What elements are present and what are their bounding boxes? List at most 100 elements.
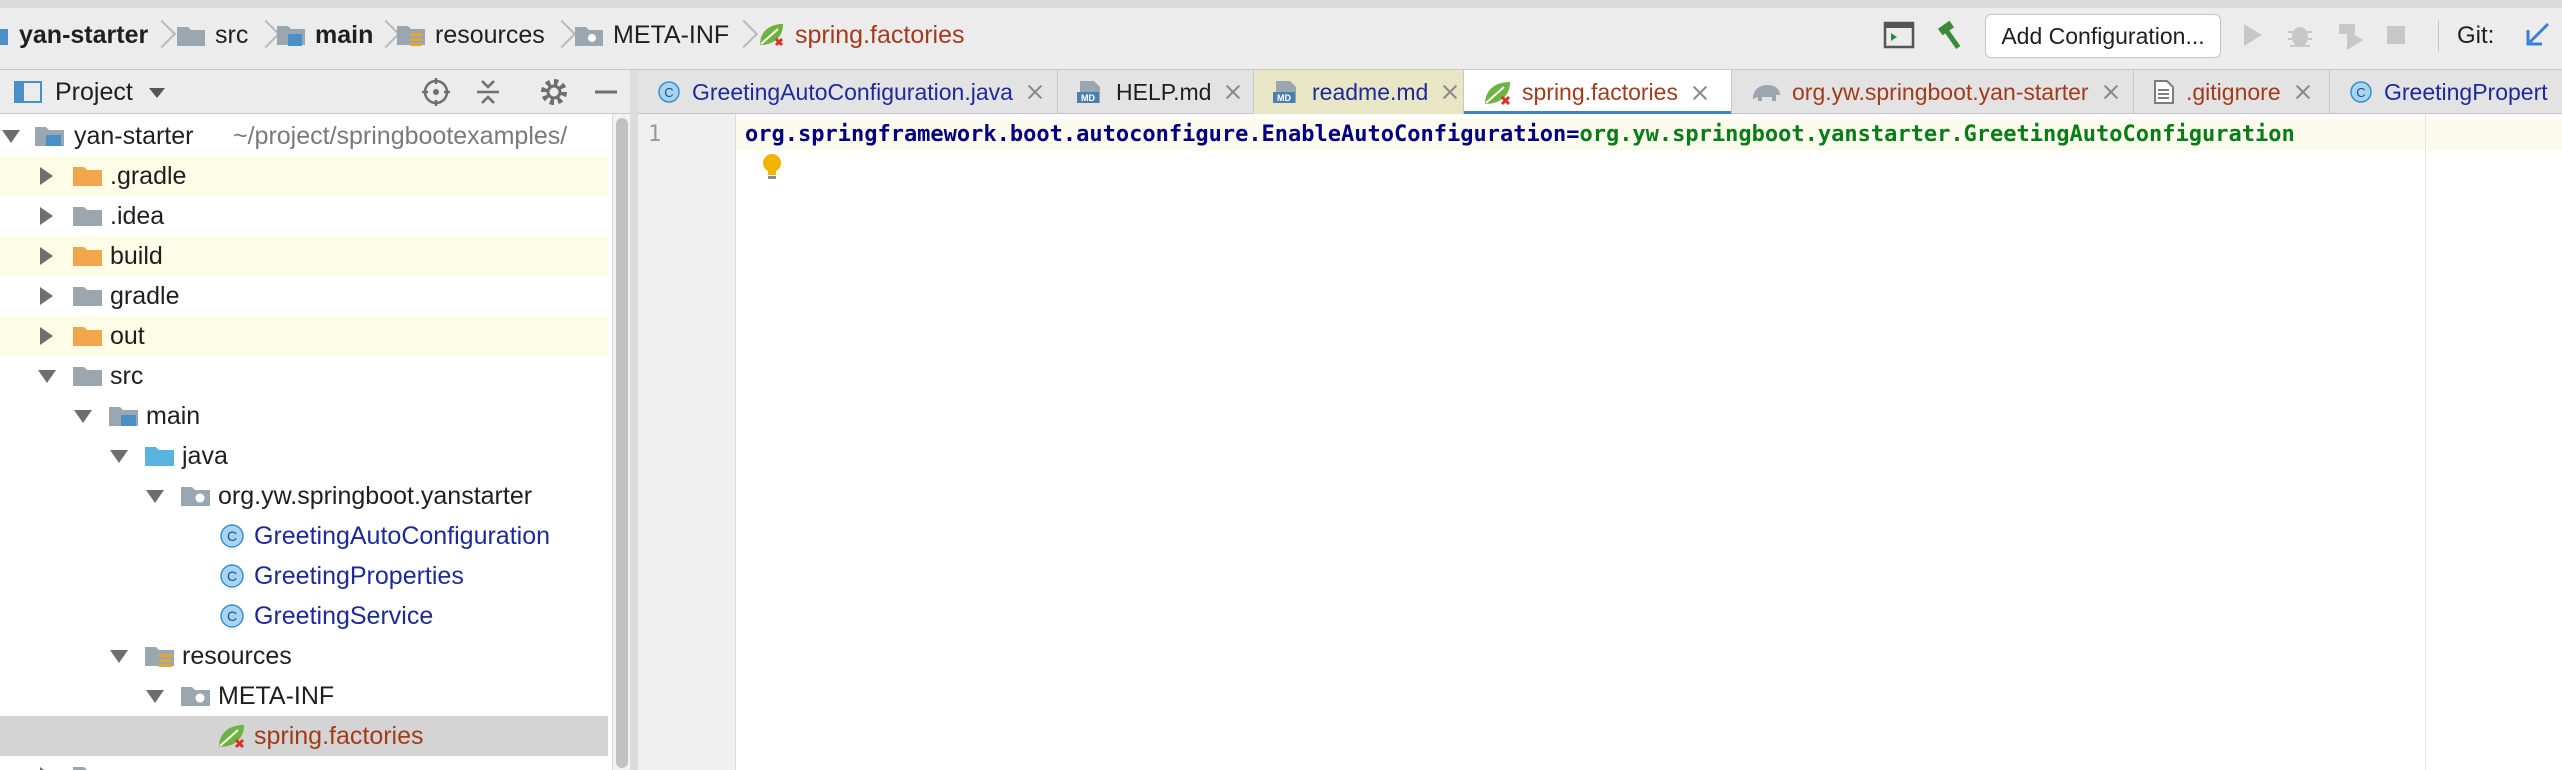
collapsed-arrow-icon[interactable] — [40, 207, 53, 225]
svg-text:MD: MD — [1277, 93, 1291, 103]
tree-item-spring-factories[interactable]: spring.factories — [0, 716, 608, 756]
module-folder-icon — [34, 122, 66, 150]
tree-item-out[interactable]: out — [0, 316, 608, 356]
project-tree: yan-starter ~/project/springbootexamples… — [0, 114, 612, 770]
folder-icon — [176, 23, 206, 47]
breadcrumb-separator — [152, 18, 166, 52]
spring-leaf-icon — [1482, 79, 1512, 107]
excluded-folder-icon — [72, 162, 104, 190]
package-icon — [180, 482, 212, 510]
module-icon — [0, 23, 10, 47]
close-icon[interactable] — [1692, 85, 1708, 101]
tree-item-greeting-properties[interactable]: C GreetingProperties — [0, 556, 608, 596]
build-hammer-icon[interactable] — [1935, 18, 1969, 52]
svg-text:C: C — [227, 568, 237, 584]
run-icon[interactable] — [2235, 18, 2269, 52]
svg-text:C: C — [664, 85, 673, 100]
property-value: org.yw.springboot.yanstarter.GreetingAut… — [1579, 122, 2295, 147]
close-icon[interactable] — [2103, 84, 2119, 100]
code-line-1[interactable]: org.springframework.boot.autoconfigure.E… — [745, 121, 2295, 149]
breadcrumb-item-main[interactable]: main — [276, 14, 373, 56]
folder-icon — [72, 362, 104, 390]
tree-item-greeting-auto-configuration[interactable]: C GreetingAutoConfiguration — [0, 516, 608, 556]
tab-greeting-auto-configuration-java[interactable]: C GreetingAutoConfiguration.java — [638, 70, 1058, 114]
close-icon[interactable] — [1225, 84, 1241, 100]
expand-arrow-icon[interactable] — [110, 650, 128, 663]
lightbulb-icon[interactable] — [760, 152, 784, 182]
git-update-arrow-icon[interactable] — [2522, 18, 2556, 52]
expand-arrow-icon[interactable] — [74, 410, 92, 423]
breadcrumb-item-yan-starter[interactable]: yan-starter — [0, 14, 148, 56]
tree-item-greeting-service[interactable]: C GreetingService — [0, 596, 608, 636]
expand-arrow-icon[interactable] — [110, 450, 128, 463]
expand-arrow-icon[interactable] — [38, 370, 56, 383]
tab-greeting-properties[interactable]: C GreetingPropert — [2330, 70, 2562, 114]
package-icon — [180, 682, 212, 710]
tree-item-idea[interactable]: .idea — [0, 196, 608, 236]
line-number-gutter: 1 — [638, 114, 736, 770]
close-icon[interactable] — [1442, 84, 1458, 100]
debug-icon[interactable] — [2283, 18, 2317, 52]
tree-item-build[interactable]: build — [0, 236, 608, 276]
tab-help-md[interactable]: MD HELP.md — [1058, 70, 1254, 114]
gear-icon[interactable] — [538, 76, 570, 108]
collapsed-arrow-icon[interactable] — [40, 247, 53, 265]
right-margin-guide — [2425, 114, 2426, 770]
hide-panel-icon[interactable] — [590, 76, 622, 108]
class-icon: C — [656, 79, 682, 105]
expand-arrow-icon[interactable] — [146, 690, 164, 703]
breadcrumb-item-spring-factories[interactable]: spring.factories — [756, 14, 965, 56]
project-tree-scrollbar[interactable] — [612, 114, 630, 770]
spring-leaf-icon — [216, 722, 248, 750]
locate-file-icon[interactable] — [420, 76, 452, 108]
panel-splitter[interactable] — [630, 70, 638, 770]
scrollbar-thumb[interactable] — [616, 118, 628, 768]
breadcrumb-separator — [256, 18, 270, 52]
gradle-elephant-icon — [1750, 79, 1782, 105]
breadcrumb-item-meta-inf[interactable]: META-INF — [574, 14, 729, 56]
tree-item-package[interactable]: org.yw.springboot.yanstarter — [0, 476, 608, 516]
tree-item-src[interactable]: src — [0, 356, 608, 396]
svg-text:C: C — [227, 528, 237, 544]
collapse-all-icon[interactable] — [472, 76, 504, 108]
tab-gitignore[interactable]: .gitignore — [2134, 70, 2330, 114]
collapsed-arrow-icon[interactable] — [40, 167, 53, 185]
breadcrumb-item-src[interactable]: src — [176, 14, 248, 56]
expand-arrow-icon[interactable] — [146, 490, 164, 503]
breadcrumb-separator — [734, 18, 748, 52]
breadcrumb-item-resources[interactable]: resources — [396, 14, 545, 56]
editor-tabs: C GreetingAutoConfiguration.java MD HELP… — [638, 70, 2562, 115]
tab-org-yw-springboot-yan-starter[interactable]: org.yw.springboot.yan-starter — [1732, 70, 2134, 114]
source-folder-icon — [108, 402, 140, 430]
close-icon[interactable] — [2295, 84, 2311, 100]
project-view-icon — [14, 80, 44, 104]
equals-sign: = — [1566, 122, 1580, 147]
git-label: Git: — [2457, 22, 2495, 49]
run-with-coverage-icon[interactable] — [2333, 18, 2367, 52]
add-configuration-button[interactable]: Add Configuration... — [1985, 14, 2221, 58]
line-number: 1 — [648, 122, 662, 147]
breadcrumb-separator — [376, 18, 390, 52]
collapsed-arrow-icon[interactable] — [40, 327, 53, 345]
collapsed-arrow-icon[interactable] — [40, 287, 53, 305]
tab-readme-md[interactable]: MD readme.md — [1254, 70, 1464, 114]
stop-icon[interactable] — [2380, 18, 2414, 52]
folder-icon — [72, 282, 104, 310]
package-folder-icon — [574, 23, 604, 47]
tree-item-resources[interactable]: resources — [0, 636, 608, 676]
expand-arrow-icon[interactable] — [2, 130, 20, 143]
project-view-selector[interactable]: Project — [55, 78, 165, 107]
tree-item-root[interactable]: yan-starter ~/project/springbootexamples… — [0, 116, 608, 156]
property-key: org.springframework.boot.autoconfigure.E… — [745, 122, 1567, 147]
tree-item-main[interactable]: main — [0, 396, 608, 436]
resources-folder-icon — [144, 642, 176, 670]
tab-spring-factories[interactable]: spring.factories — [1464, 70, 1732, 115]
class-icon: C — [2348, 79, 2374, 105]
tree-item-meta-inf[interactable]: META-INF — [0, 676, 608, 716]
close-icon[interactable] — [1027, 84, 1043, 100]
tree-item-gradle-cache[interactable]: .gradle — [0, 156, 608, 196]
tree-item-gradle[interactable]: gradle — [0, 276, 608, 316]
tree-item-java[interactable]: java — [0, 436, 608, 476]
code-editor[interactable]: 1 org.springframework.boot.autoconfigure… — [638, 114, 2562, 770]
terminal-window-icon[interactable] — [1882, 18, 1916, 52]
